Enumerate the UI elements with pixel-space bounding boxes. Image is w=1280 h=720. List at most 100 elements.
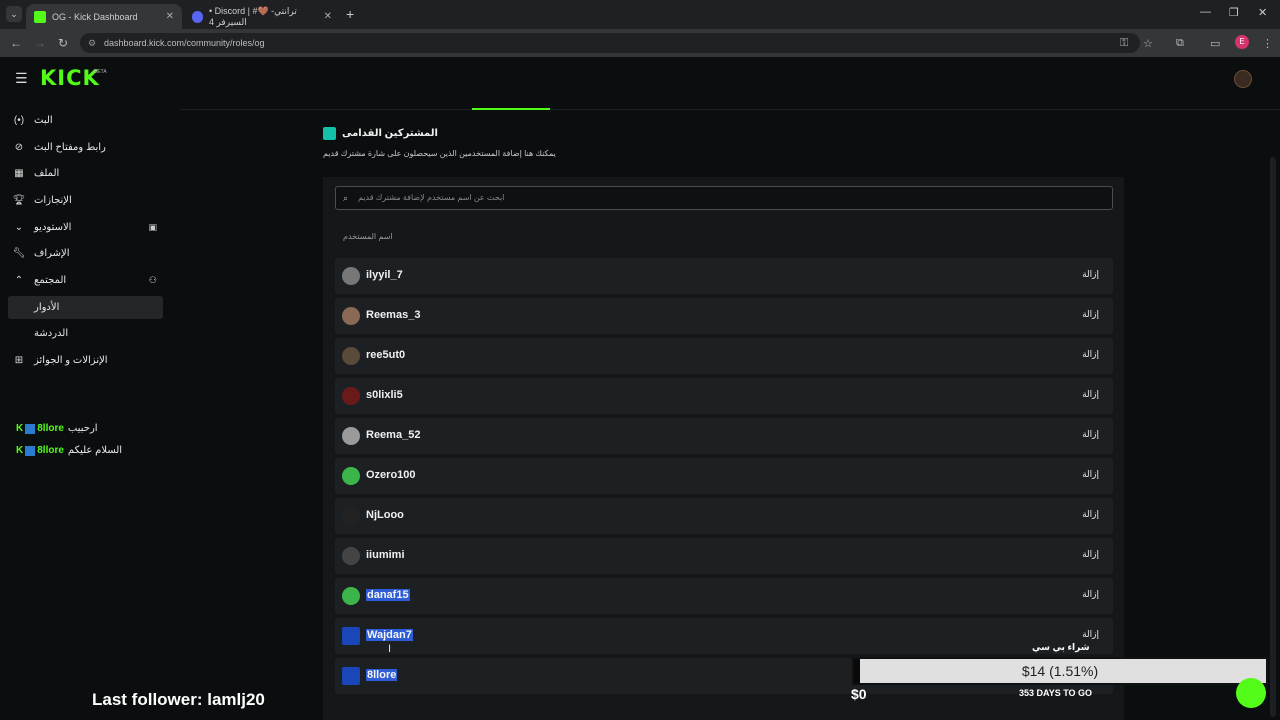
column-header-username: اسم المستخدم	[343, 232, 393, 241]
search-placeholder: ابحث عن اسم مستخدم لإضافة مشترك قديم	[358, 193, 505, 202]
sidebar-item-label: الاستوديو	[34, 222, 72, 233]
sidebar-item-studio[interactable]: ⌄ الاستوديو ▣	[8, 216, 163, 239]
sidebar-item-stream-key[interactable]: ⊘ رابط ومفتاح البث	[8, 136, 163, 159]
sidebar-item-label: البث	[34, 115, 53, 126]
close-window-icon[interactable]: ✕	[1258, 6, 1267, 19]
kick-favicon-icon	[34, 10, 46, 23]
avatar	[342, 587, 360, 605]
username[interactable]: ree5ut0	[366, 349, 405, 361]
search-input[interactable]: ⌕ ابحث عن اسم مستخدم لإضافة مشترك قديم	[335, 186, 1113, 210]
username[interactable]: ilyyil_7	[366, 269, 403, 281]
remove-button[interactable]: إزالة	[1082, 629, 1099, 640]
maximize-icon[interactable]: ❐	[1229, 6, 1239, 19]
sidebar-item-roles[interactable]: الأدوار	[8, 296, 163, 319]
sidebar-item-stream[interactable]: (•) البث	[8, 109, 163, 132]
remove-button[interactable]: إزالة	[1082, 429, 1099, 440]
site-info-icon[interactable]: ⚙	[88, 33, 96, 53]
username[interactable]: s0lixli5	[366, 389, 403, 401]
username[interactable]: NjLooo	[366, 509, 404, 521]
chat-button[interactable]	[1236, 678, 1266, 708]
og-badge-icon	[323, 127, 336, 140]
sidebar-item-moderation[interactable]: 🔧︎ الإشراف	[8, 242, 163, 265]
profile-avatar[interactable]: E	[1235, 35, 1249, 49]
sidebar-item-label: الإنجازات	[34, 195, 72, 206]
scrollbar[interactable]	[1270, 157, 1276, 717]
table-row: NjLooo إزالة	[335, 498, 1113, 534]
sidebar-item-chat[interactable]: الدردشة	[8, 322, 163, 345]
wrench-icon: 🔧︎	[12, 248, 26, 259]
sidebar-item-label: الإشراف	[34, 248, 70, 259]
roles-tabs	[180, 94, 1280, 110]
section-description: يمكنك هنا إضافة المستخدمين الذين سيحصلون…	[323, 149, 556, 158]
kick-logo[interactable]: KICK	[40, 66, 100, 90]
username[interactable]: danaf15	[366, 589, 410, 601]
avatar	[342, 667, 360, 685]
goal-label: شراء بي سي	[1032, 642, 1090, 652]
sidebar-item-profile[interactable]: ▦ الملف	[8, 162, 163, 185]
bookmark-star-icon[interactable]: ☆	[1143, 37, 1153, 50]
avatar	[342, 267, 360, 285]
password-key-icon[interactable]: ⚿	[1120, 37, 1128, 50]
sidebar-item-community[interactable]: ⌃ المجتمع ⚇	[8, 269, 163, 292]
avatar	[342, 307, 360, 325]
remove-button[interactable]: إزالة	[1082, 469, 1099, 480]
new-tab-icon[interactable]: +	[346, 6, 354, 22]
tab-search-button[interactable]: ⌄	[6, 6, 22, 22]
community-icon: ⚇	[148, 275, 157, 285]
search-icon: ⌕	[343, 193, 349, 203]
goal-start-value: $0	[851, 686, 867, 702]
remove-button[interactable]: إزالة	[1082, 549, 1099, 560]
url-input[interactable]: ⚙ dashboard.kick.com/community/roles/og	[80, 33, 1140, 53]
username[interactable]: iiumimi	[366, 549, 405, 561]
table-row: ree5ut0 إزالة	[335, 338, 1113, 374]
studio-icon: ▣	[148, 222, 157, 232]
remove-button[interactable]: إزالة	[1082, 309, 1099, 320]
table-row: Reema_52 إزالة	[335, 418, 1113, 454]
close-tab-icon[interactable]: ✕	[324, 11, 332, 22]
hamburger-menu-icon[interactable]: ☰	[15, 70, 28, 87]
chevron-down-icon: ⌄	[14, 222, 24, 233]
address-bar-row: ← → ↻ ⚙ dashboard.kick.com/community/rol…	[0, 29, 1280, 57]
avatar	[342, 387, 360, 405]
table-row: Reemas_3 إزالة	[335, 298, 1113, 334]
username[interactable]: Reemas_3	[366, 309, 420, 321]
reload-icon[interactable]: ↻	[58, 36, 68, 50]
back-icon[interactable]: ←	[10, 36, 22, 50]
menu-dots-icon[interactable]: ⋮	[1262, 37, 1273, 50]
avatar	[342, 547, 360, 565]
goal-amount: $14 (1.51%)	[1021, 663, 1099, 679]
extensions-icon[interactable]: ⧉	[1176, 37, 1184, 50]
sidebar-item-label: الملف	[34, 168, 60, 179]
username[interactable]: Ozero100	[366, 469, 416, 481]
tab-title: • Discord | #🤎 ترانتي-السيرفر 4	[208, 5, 297, 27]
forward-icon[interactable]: →	[34, 36, 46, 50]
sidebar-item-achievements[interactable]: 🏆︎ الإنجازات	[8, 189, 163, 212]
browser-tab-discord[interactable]: • Discord | #🤎 ترانتي-السيرفر 4 ✕	[184, 4, 340, 29]
user-avatar[interactable]	[1234, 70, 1252, 88]
goal-days-left: 353 DAYS TO GO	[1019, 688, 1093, 698]
cast-icon[interactable]: ▭	[1210, 37, 1220, 50]
close-tab-icon[interactable]: ✕	[166, 11, 174, 22]
remove-button[interactable]: إزالة	[1082, 389, 1099, 400]
remove-button[interactable]: إزالة	[1082, 349, 1099, 360]
link-icon: ⊘	[14, 142, 24, 153]
subscriber-badge-icon	[25, 445, 36, 456]
table-row: Wajdan7 إزالة	[335, 618, 1113, 654]
remove-button[interactable]: إزالة	[1082, 509, 1099, 520]
table-row: iiumimi إزالة	[335, 538, 1113, 574]
sidebar-item-label: رابط ومفتاح البث	[34, 142, 106, 153]
username[interactable]: Reema_52	[366, 429, 420, 441]
chat-overlay-line: K 8llore السلام عليكم	[16, 445, 122, 456]
username[interactable]: Wajdan7	[366, 629, 413, 641]
text-cursor-icon: I	[388, 643, 392, 655]
remove-button[interactable]: إزالة	[1082, 589, 1099, 600]
remove-button[interactable]: إزالة	[1082, 269, 1099, 280]
sidebar: (•) البث ⊘ رابط ومفتاح البث ▦ الملف 🏆︎ ا…	[0, 101, 170, 720]
chat-message: ارحبيب	[67, 423, 98, 434]
browser-tab-kick[interactable]: OG - Kick Dashboard ✕	[26, 4, 182, 29]
minimize-icon[interactable]: —	[1200, 6, 1211, 18]
sidebar-item-drops[interactable]: ⊞ الإنزالات و الجوائز	[8, 349, 163, 372]
username[interactable]: 8llore	[366, 669, 398, 681]
avatar	[342, 347, 360, 365]
sidebar-item-label: الأدوار	[34, 302, 60, 313]
